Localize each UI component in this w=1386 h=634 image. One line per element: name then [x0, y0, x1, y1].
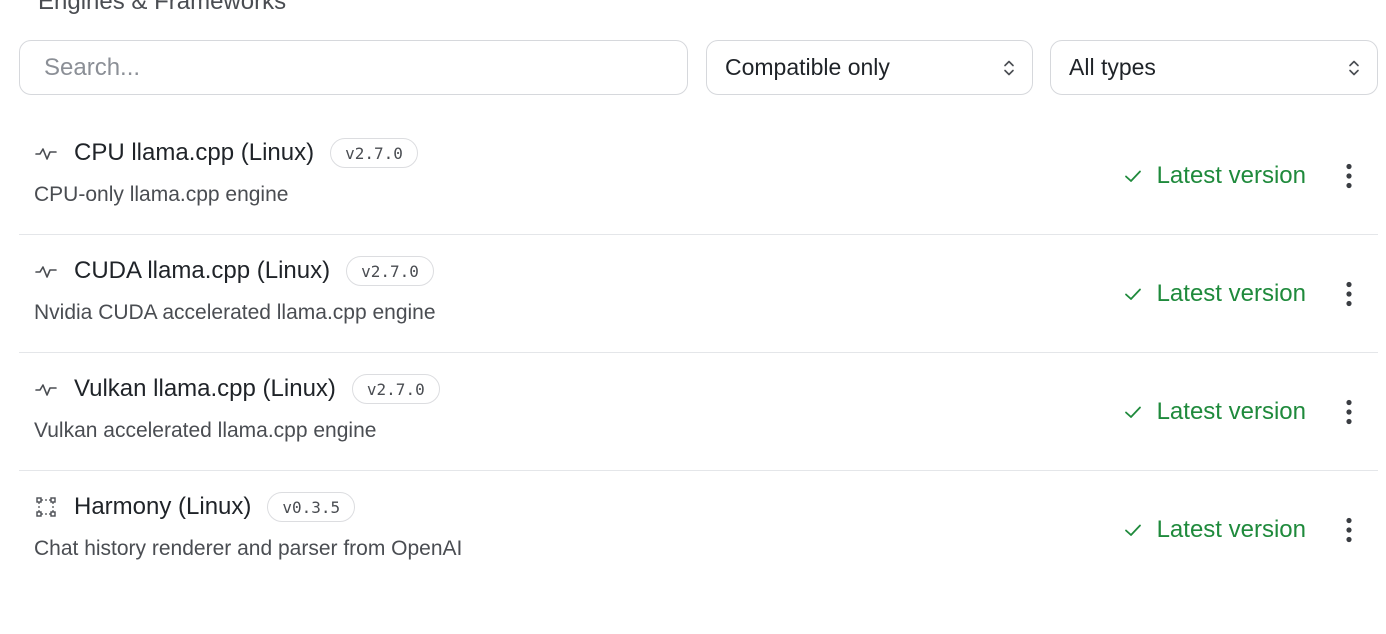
type-filter-select[interactable]: All types	[1050, 40, 1378, 95]
version-badge: v2.7.0	[330, 138, 418, 168]
more-options-button[interactable]	[1332, 155, 1366, 197]
engine-row[interactable]: Harmony (Linux) v0.3.5 Chat history rend…	[19, 471, 1378, 589]
version-badge: v2.7.0	[351, 374, 440, 404]
search-box[interactable]	[19, 40, 688, 95]
more-options-button[interactable]	[1332, 509, 1366, 551]
more-options-button[interactable]	[1332, 273, 1366, 315]
engine-description: Chat history renderer and parser from Op…	[34, 537, 463, 560]
engine-name: Harmony (Linux)	[74, 493, 252, 520]
engine-title-line: Harmony (Linux) v0.3.5	[34, 492, 356, 522]
engine-name: Vulkan llama.cpp (Linux)	[74, 375, 336, 402]
compatibility-filter-value: Compatible only	[725, 54, 890, 80]
search-input[interactable]	[20, 41, 687, 94]
status-label: Latest version	[1156, 280, 1306, 307]
engines-frameworks-panel: Engines & Frameworks Compatible only All…	[0, 0, 1386, 634]
section-title: Engines & Frameworks	[38, 0, 287, 15]
engine-row[interactable]: CUDA llama.cpp (Linux) v2.7.0 Nvidia CUD…	[19, 235, 1378, 353]
check-icon	[1124, 524, 1141, 536]
status-badge: Latest version	[1123, 159, 1306, 193]
chevron-up-down-icon	[1004, 60, 1014, 75]
engine-name: CUDA llama.cpp (Linux)	[74, 257, 331, 284]
chevron-up-down-icon	[1349, 60, 1359, 75]
status-label: Latest version	[1156, 516, 1306, 543]
activity-icon	[35, 266, 57, 278]
status-label: Latest version	[1156, 162, 1306, 189]
engine-description: CPU-only llama.cpp engine	[34, 183, 289, 206]
engine-row[interactable]: Vulkan llama.cpp (Linux) v2.7.0 Vulkan a…	[19, 353, 1378, 471]
more-vertical-icon	[1346, 517, 1352, 543]
status-badge: Latest version	[1123, 513, 1306, 547]
engine-description: Vulkan accelerated llama.cpp engine	[34, 419, 377, 442]
check-icon	[1124, 288, 1141, 300]
activity-icon	[35, 148, 57, 160]
engine-title-line: Vulkan llama.cpp (Linux) v2.7.0	[34, 374, 440, 404]
engine-row[interactable]: CPU llama.cpp (Linux) v2.7.0 CPU-only ll…	[19, 117, 1378, 235]
engine-description: Nvidia CUDA accelerated llama.cpp engine	[34, 301, 436, 324]
compatibility-filter-select[interactable]: Compatible only	[706, 40, 1033, 95]
engine-title-line: CPU llama.cpp (Linux) v2.7.0	[34, 138, 418, 168]
type-filter-value: All types	[1069, 54, 1156, 80]
more-vertical-icon	[1346, 163, 1352, 189]
check-icon	[1124, 170, 1141, 182]
status-label: Latest version	[1156, 398, 1306, 425]
engine-list: CPU llama.cpp (Linux) v2.7.0 CPU-only ll…	[19, 117, 1378, 589]
status-badge: Latest version	[1123, 277, 1306, 311]
more-vertical-icon	[1346, 399, 1352, 425]
framework-icon	[36, 497, 56, 517]
engine-name: CPU llama.cpp (Linux)	[74, 139, 315, 166]
status-badge: Latest version	[1123, 395, 1306, 429]
engine-title-line: CUDA llama.cpp (Linux) v2.7.0	[34, 256, 434, 286]
version-badge: v0.3.5	[267, 492, 356, 522]
version-badge: v2.7.0	[346, 256, 434, 286]
check-icon	[1124, 406, 1141, 418]
activity-icon	[35, 384, 57, 396]
more-options-button[interactable]	[1332, 391, 1366, 433]
more-vertical-icon	[1346, 281, 1352, 307]
